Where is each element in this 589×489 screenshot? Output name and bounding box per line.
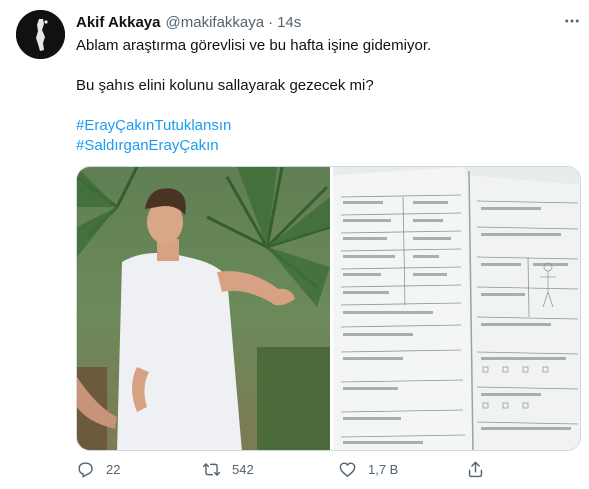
- tweet-actions: 22 542 1,7 B: [76, 458, 581, 480]
- tweet-text-line: Ablam araştırma görevlisi ve bu hafta iş…: [76, 37, 432, 54]
- author-name[interactable]: Akif Akkaya: [76, 14, 161, 31]
- header-separator: ·: [268, 13, 274, 31]
- author-handle[interactable]: @makifakkaya: [166, 14, 265, 31]
- reply-count: 22: [106, 461, 121, 477]
- media-photo-person[interactable]: [77, 167, 330, 450]
- tweet-media: [76, 166, 581, 451]
- retweet-icon: [202, 462, 221, 476]
- tweet-timestamp[interactable]: 14s: [277, 14, 301, 31]
- like-button[interactable]: 1,7 B: [338, 458, 398, 480]
- share-icon: [468, 461, 483, 477]
- heart-icon: [339, 461, 356, 477]
- more-options-icon: [565, 19, 579, 23]
- tweet-card[interactable]: Akif Akkaya @makifakkaya · 14s Ablam ara…: [0, 0, 589, 489]
- avatar-image: [16, 10, 65, 59]
- like-count: 1,7 B: [368, 461, 399, 477]
- retweet-count: 542: [232, 461, 254, 477]
- avatar[interactable]: [16, 10, 65, 59]
- reply-icon: [78, 461, 93, 478]
- hashtag-link[interactable]: #SaldırganErayÇakın: [76, 136, 219, 156]
- tweet-header: Akif Akkaya @makifakkaya · 14s: [76, 12, 301, 32]
- photo-young-man-gesturing: [77, 167, 330, 450]
- share-button[interactable]: [466, 458, 485, 480]
- retweet-button[interactable]: 542: [202, 458, 254, 480]
- tweet-text-line: Bu şahıs elini kolunu sallayarak gezecek…: [76, 77, 374, 94]
- reply-button[interactable]: 22: [76, 458, 120, 480]
- more-options-button[interactable]: [561, 12, 583, 30]
- hashtag-link[interactable]: #ErayÇakınTutuklansın: [76, 116, 231, 136]
- media-photo-document[interactable]: [333, 167, 580, 450]
- photo-medical-report-document: [333, 167, 580, 450]
